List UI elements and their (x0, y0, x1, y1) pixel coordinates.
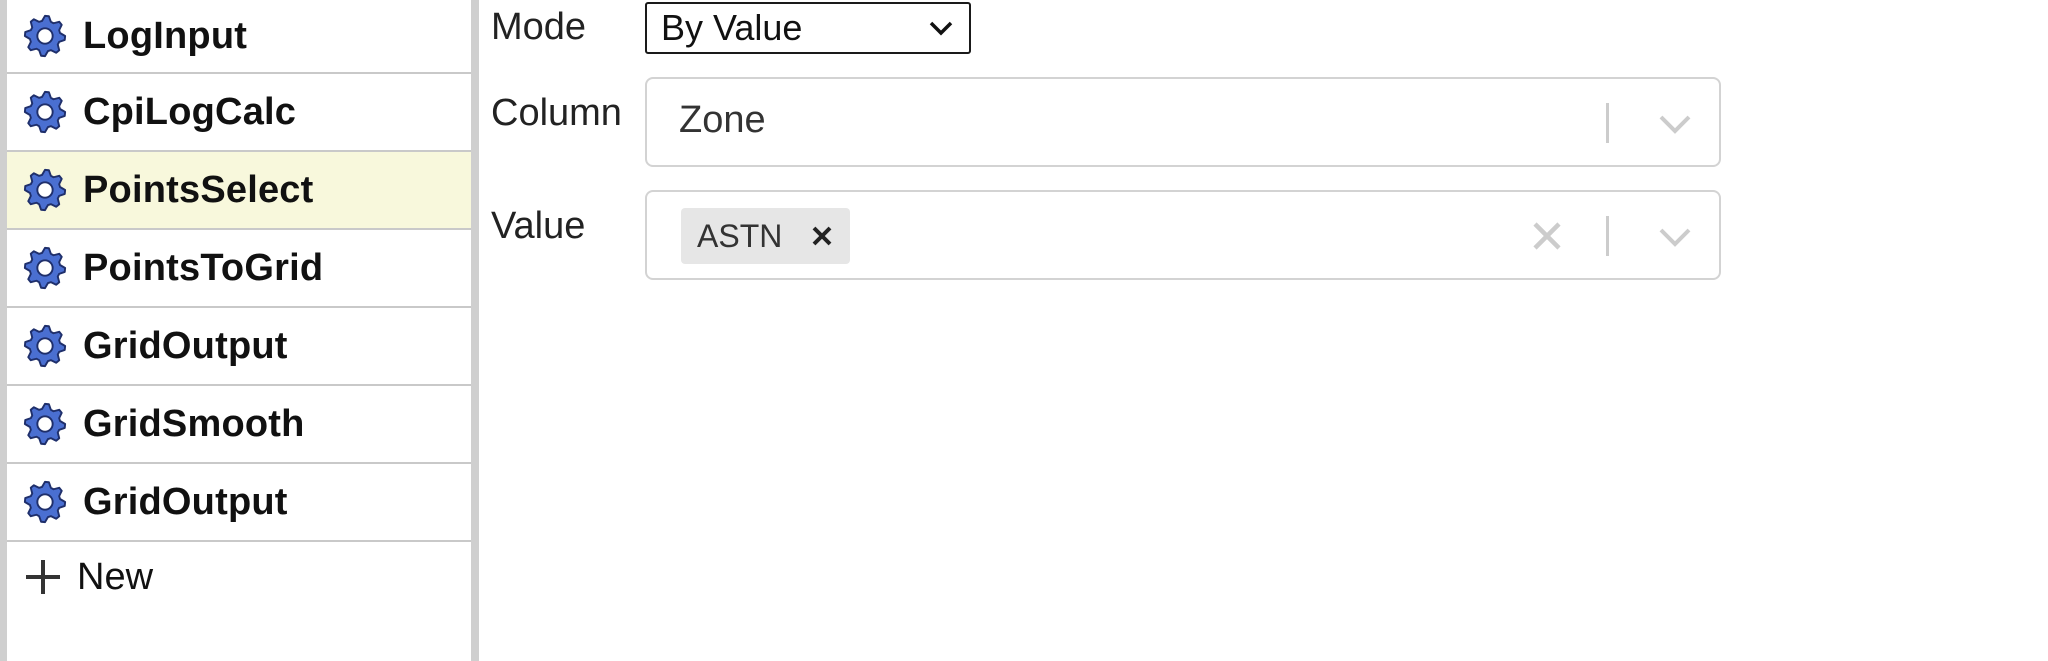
clear-icon[interactable] (1525, 214, 1569, 258)
sidebar-item-label: GridOutput (83, 480, 288, 523)
column-select-value: Zone (679, 99, 766, 141)
sidebar-item-label: GridOutput (83, 324, 288, 367)
mode-select[interactable]: By Value (645, 2, 971, 54)
value-chip-label: ASTN (697, 217, 783, 254)
gear-icon (21, 244, 69, 292)
sidebar-item-pointsselect[interactable]: PointsSelect (7, 152, 471, 230)
sidebar-item-label: GridSmooth (83, 402, 305, 445)
plus-icon (26, 560, 60, 594)
node-sidebar: LogInput CpiLogCalc PointsSelect PointsT… (7, 0, 471, 661)
chip-remove-button[interactable] (806, 220, 838, 252)
gear-icon (21, 478, 69, 526)
chevron-down-icon[interactable] (1653, 101, 1697, 145)
gear-icon (21, 322, 69, 370)
sidebar-item-label: CpiLogCalc (83, 90, 297, 133)
chevron-down-icon (929, 21, 953, 36)
mode-select-value: By Value (661, 7, 803, 48)
gear-icon (21, 12, 69, 60)
left-edge-border (0, 0, 7, 661)
sidebar-item-label: PointsToGrid (83, 246, 324, 289)
sidebar-item-label: PointsSelect (83, 168, 314, 211)
sidebar-item-cpilogcalc[interactable]: CpiLogCalc (7, 74, 471, 152)
chevron-down-icon[interactable] (1653, 214, 1697, 258)
sidebar-item-pointstogrid[interactable]: PointsToGrid (7, 230, 471, 308)
sidebar-resize-handle[interactable] (471, 0, 479, 661)
value-multiselect[interactable]: ASTN (645, 190, 1721, 280)
app-window: LogInput CpiLogCalc PointsSelect PointsT… (0, 0, 2048, 661)
gear-icon (21, 166, 69, 214)
gear-icon (21, 400, 69, 448)
mode-label: Mode (491, 6, 587, 48)
node-list: LogInput CpiLogCalc PointsSelect PointsT… (7, 0, 471, 542)
sidebar-item-loginput[interactable]: LogInput (7, 0, 471, 74)
column-select[interactable]: Zone (645, 77, 1721, 167)
sidebar-item-gridsmooth[interactable]: GridSmooth (7, 386, 471, 464)
new-node-label: New (77, 555, 154, 598)
sidebar-item-gridoutput-2[interactable]: GridOutput (7, 464, 471, 542)
node-settings-panel: Mode By Value Column Zone Value ASTN (479, 0, 2048, 661)
indicator-separator (1606, 103, 1609, 143)
new-node-button[interactable]: New (7, 542, 471, 612)
value-chip: ASTN (681, 208, 851, 264)
sidebar-item-gridoutput[interactable]: GridOutput (7, 308, 471, 386)
close-icon (812, 226, 832, 246)
sidebar-item-label: LogInput (83, 14, 248, 57)
column-label: Column (491, 92, 622, 134)
gear-icon (21, 88, 69, 136)
indicator-separator (1606, 216, 1609, 256)
value-label: Value (491, 205, 586, 247)
